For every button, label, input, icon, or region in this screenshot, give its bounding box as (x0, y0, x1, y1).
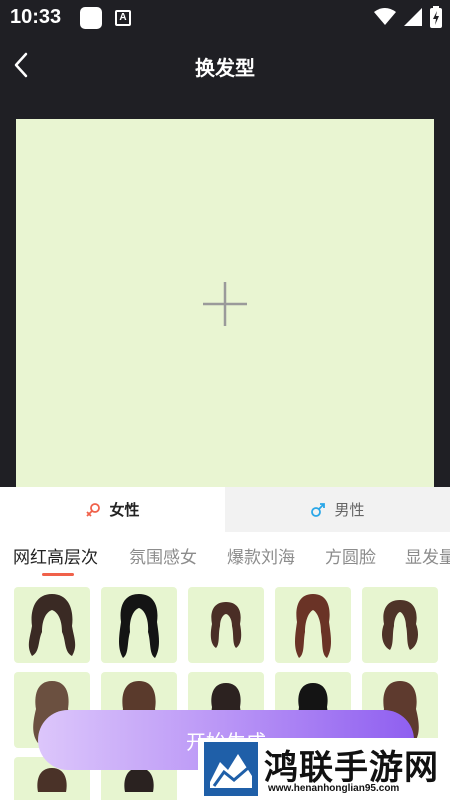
hairstyle-tile[interactable] (275, 587, 351, 663)
status-bar: 10:33 A (0, 0, 450, 36)
tab-category-4[interactable]: 方圆脸 (325, 543, 376, 568)
tab-category-2[interactable]: 氛围感女 (129, 543, 197, 568)
header: 换发型 (0, 36, 450, 96)
tab-category-5[interactable]: 显发量 (405, 543, 450, 568)
male-icon (311, 502, 326, 517)
status-time: 10:33 (10, 6, 62, 28)
accessibility-icon: A (115, 10, 131, 26)
tab-female[interactable]: 女性 (0, 487, 225, 532)
plus-icon (203, 282, 247, 326)
tab-category-3[interactable]: 爆款刘海 (227, 543, 295, 568)
hairstyle-tile[interactable] (14, 587, 90, 663)
photo-upload-area[interactable] (16, 119, 434, 489)
hairstyle-thumbnail (295, 594, 331, 658)
hairstyle-tile[interactable] (101, 587, 177, 663)
hairstyle-thumbnail (119, 594, 159, 658)
female-icon (86, 502, 101, 517)
watermark-title: 鸿联手游网 (264, 748, 439, 788)
battery-icon (430, 6, 442, 28)
tab-male[interactable]: 男性 (225, 487, 450, 532)
hairstyle-thumbnail (382, 600, 418, 650)
hairstyle-tile[interactable] (188, 587, 264, 663)
wifi-icon (374, 8, 396, 25)
tab-female-label: 女性 (109, 501, 140, 519)
hairstyle-thumbnail (28, 594, 76, 656)
active-tab-indicator (42, 573, 74, 576)
tab-category-1[interactable]: 网红高层次 (13, 543, 98, 568)
site-watermark: 鸿联手游网 www.henanhonglian95.com (198, 738, 450, 800)
tab-male-label: 男性 (334, 501, 365, 519)
status-icons (374, 6, 442, 28)
hairstyle-tile[interactable] (362, 587, 438, 663)
watermark-url: www.henanhonglian95.com (268, 783, 400, 794)
hairstyle-thumbnail (210, 602, 242, 648)
notification-icon (80, 7, 102, 29)
gender-tabs: 女性 男性 (0, 487, 450, 532)
page-title: 换发型 (195, 56, 255, 80)
signal-icon (404, 8, 422, 26)
watermark-logo (204, 742, 258, 796)
